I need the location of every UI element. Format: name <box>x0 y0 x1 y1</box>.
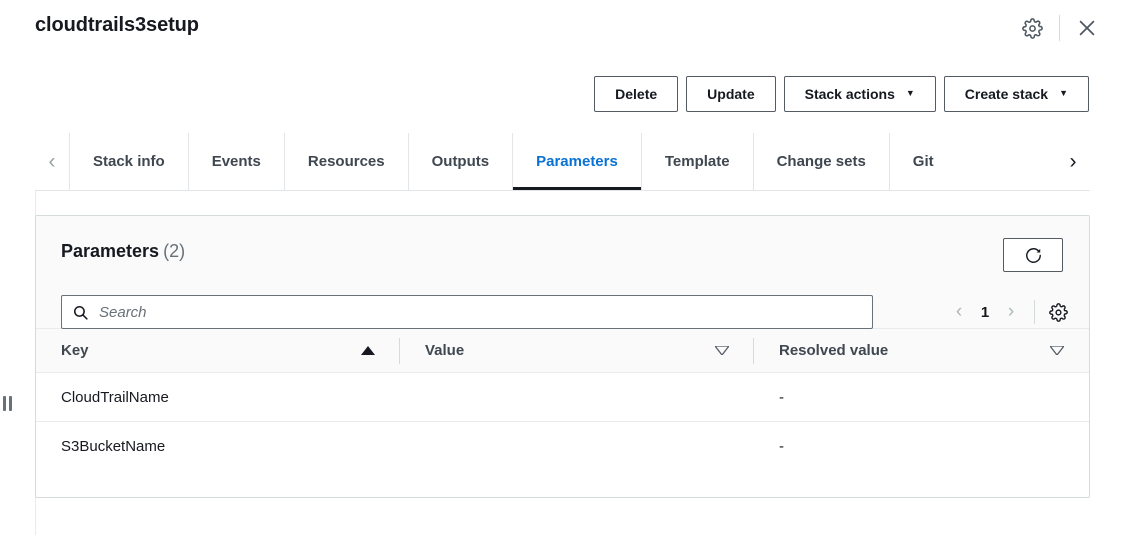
tab-label: Resources <box>308 153 385 170</box>
tab-label: Events <box>212 153 261 170</box>
search-icon <box>72 304 89 321</box>
delete-button[interactable]: Delete <box>594 76 678 112</box>
tab-git[interactable]: Git <box>889 133 957 190</box>
tab-change-sets[interactable]: Change sets <box>753 133 889 190</box>
split-drag-handle[interactable] <box>3 396 12 411</box>
tab-parameters[interactable]: Parameters <box>512 133 641 190</box>
column-header-label: Key <box>61 342 349 359</box>
tab-resources[interactable]: Resources <box>284 133 408 190</box>
tab-template[interactable]: Template <box>641 133 753 190</box>
parameters-title: Parameters(2) <box>61 241 185 262</box>
pagination-page-1[interactable]: 1 <box>974 304 996 321</box>
page-header: cloudtrails3setup <box>0 0 1122 58</box>
pagination-divider <box>1034 300 1035 324</box>
parameters-count: (2) <box>163 241 185 261</box>
table-header-row: Key Value Resolved value <box>36 329 1089 373</box>
refresh-button[interactable] <box>1003 238 1063 272</box>
chevron-down-icon: ▼ <box>1059 89 1068 98</box>
sort-ascending-icon <box>361 346 375 355</box>
create-stack-button-label: Create stack <box>965 87 1048 101</box>
pagination: ‹ 1 › <box>944 295 1071 329</box>
tab-label: Template <box>665 153 730 170</box>
chevron-left-icon[interactable]: ‹ <box>35 133 69 190</box>
cloudformation-stack-detail-page: cloudtrails3setup Delete Update <box>0 0 1122 535</box>
tab-events[interactable]: Events <box>188 133 284 190</box>
update-button-label: Update <box>707 87 754 101</box>
table-preferences-gear-icon[interactable] <box>1045 299 1071 325</box>
tab-label: Outputs <box>432 153 490 170</box>
update-button[interactable]: Update <box>686 76 775 112</box>
tab-bar: ‹ Stack info Events Resources Outputs Pa… <box>35 133 1090 191</box>
column-header-key[interactable]: Key <box>36 329 400 372</box>
sort-inactive-icon <box>1050 346 1064 355</box>
create-stack-button[interactable]: Create stack ▼ <box>944 76 1089 112</box>
column-header-resolved-value[interactable]: Resolved value <box>754 329 1089 372</box>
parameters-title-text: Parameters <box>61 241 159 261</box>
pagination-next-chevron-right-icon[interactable]: › <box>996 297 1026 327</box>
gear-icon[interactable] <box>1015 11 1049 45</box>
parameters-panel-header: Parameters(2) <box>36 216 1089 329</box>
table-row[interactable]: CloudTrailName - <box>36 373 1089 422</box>
search-input[interactable] <box>99 304 862 321</box>
header-actions <box>1015 11 1104 45</box>
parameters-table: Key Value Resolved value <box>36 329 1089 471</box>
cell-key: S3BucketName <box>36 422 400 471</box>
cell-value <box>400 373 754 421</box>
chevron-right-icon[interactable]: › <box>1056 133 1090 190</box>
header-divider <box>1059 15 1060 41</box>
cell-resolved-value: - <box>754 422 1089 471</box>
tab-outputs[interactable]: Outputs <box>408 133 513 190</box>
parameters-panel: Parameters(2) <box>35 215 1090 498</box>
tab-label: Parameters <box>536 153 618 170</box>
column-header-label: Resolved value <box>779 342 1038 359</box>
cell-value <box>400 422 754 471</box>
cell-resolved-value: - <box>754 373 1089 421</box>
refresh-icon <box>1024 246 1043 265</box>
sort-inactive-icon <box>715 346 729 355</box>
table-row[interactable]: S3BucketName - <box>36 422 1089 471</box>
close-icon[interactable] <box>1070 11 1104 45</box>
chevron-down-icon: ▼ <box>906 89 915 98</box>
tab-label: Change sets <box>777 153 866 170</box>
cell-key: CloudTrailName <box>36 373 400 421</box>
stack-action-buttons: Delete Update Stack actions ▼ Create sta… <box>594 76 1089 112</box>
column-header-label: Value <box>425 342 703 359</box>
stack-actions-button-label: Stack actions <box>805 87 895 101</box>
tab-label: Stack info <box>93 153 165 170</box>
stack-actions-button[interactable]: Stack actions ▼ <box>784 76 936 112</box>
tab-label: Git <box>913 153 934 170</box>
tab-stack-info[interactable]: Stack info <box>69 133 188 190</box>
delete-button-label: Delete <box>615 87 657 101</box>
pagination-prev-chevron-left-icon[interactable]: ‹ <box>944 297 974 327</box>
page-title: cloudtrails3setup <box>35 14 199 37</box>
search-box[interactable] <box>61 295 873 329</box>
column-header-value[interactable]: Value <box>400 329 754 372</box>
tab-list: Stack info Events Resources Outputs Para… <box>69 133 1056 190</box>
